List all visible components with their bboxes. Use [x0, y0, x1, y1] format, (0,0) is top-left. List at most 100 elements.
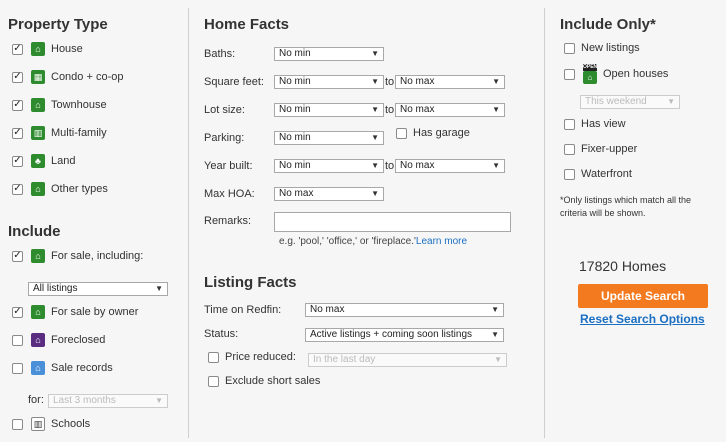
for-sale-checkbox[interactable]: ✓: [12, 250, 23, 262]
fixer-upper-label: Fixer-upper: [581, 143, 638, 155]
schools-checkbox[interactable]: [12, 418, 23, 430]
remarks-input[interactable]: [274, 212, 511, 232]
new-listings-checkbox[interactable]: [564, 42, 575, 54]
ptype-other[interactable]: ✓ ⌂ Other types: [12, 182, 108, 196]
include-heading: Include: [8, 223, 61, 240]
townhouse-label: Townhouse: [51, 99, 107, 111]
sale-records-icon: ⌂: [31, 361, 45, 375]
status-select[interactable]: Active listings + coming soon listings: [305, 328, 504, 342]
square-feet-min-select[interactable]: No min: [274, 75, 384, 89]
learn-more-link[interactable]: Learn more: [416, 236, 467, 247]
exclude-short-sales-row[interactable]: Exclude short sales: [208, 375, 320, 387]
schools-row[interactable]: ▥ Schools: [12, 417, 90, 431]
max-hoa-label: Max HOA:: [204, 188, 255, 200]
baths-label: Baths:: [204, 48, 236, 60]
waterfront-checkbox[interactable]: [564, 168, 575, 180]
land-icon: ♣: [31, 154, 45, 168]
sale-records-period-select[interactable]: Last 3 months: [48, 394, 168, 408]
new-listings-row[interactable]: New listings: [564, 42, 640, 54]
for-sale-by-owner-icon: ⌂: [31, 305, 45, 319]
square-feet-max-select[interactable]: No max: [395, 75, 505, 89]
has-garage-label: Has garage: [413, 127, 470, 139]
ptype-townhouse[interactable]: ✓ ⌂ Townhouse: [12, 98, 107, 112]
multi-family-checkbox[interactable]: ✓: [12, 127, 23, 139]
townhouse-icon: ⌂: [31, 98, 45, 112]
listing-type-select[interactable]: All listings: [28, 282, 168, 296]
new-listings-label: New listings: [581, 42, 640, 54]
status-label: Status:: [204, 328, 239, 340]
remarks-hint: e.g. 'pool,' 'office,' or 'fireplace.'Le…: [279, 236, 467, 247]
land-checkbox[interactable]: ✓: [12, 155, 23, 167]
foreclosed-checkbox[interactable]: [12, 334, 23, 346]
has-garage-row[interactable]: Has garage: [396, 127, 470, 139]
square-feet-to-label: to: [385, 76, 395, 88]
sale-records-checkbox[interactable]: [12, 362, 23, 374]
year-built-label: Year built:: [204, 160, 253, 172]
max-hoa-select[interactable]: No max: [274, 187, 384, 201]
lot-size-max-select[interactable]: No max: [395, 103, 505, 117]
has-view-label: Has view: [581, 118, 626, 130]
time-on-redfin-select[interactable]: No max: [305, 303, 504, 317]
include-only-note: *Only listings which match all the crite…: [560, 195, 692, 218]
other-types-icon: ⌂: [31, 182, 45, 196]
has-view-row[interactable]: Has view: [564, 118, 626, 130]
foreclosed-icon: ⌂: [31, 333, 45, 347]
reset-search-options-link[interactable]: Reset Search Options: [580, 312, 705, 326]
ptype-condo[interactable]: ✓ ▦ Condo + co-op: [12, 70, 123, 84]
townhouse-checkbox[interactable]: ✓: [12, 99, 23, 111]
other-types-label: Other types: [51, 183, 108, 195]
time-on-redfin-label: Time on Redfin:: [204, 304, 282, 316]
open-houses-row[interactable]: OPEN ⌂ Open houses: [564, 64, 668, 84]
exclude-short-sales-label: Exclude short sales: [225, 375, 321, 387]
lot-size-label: Lot size:: [204, 104, 245, 116]
parking-min-select[interactable]: No min: [274, 131, 384, 145]
open-houses-select[interactable]: This weekend: [580, 95, 680, 109]
sale-records-row[interactable]: ⌂ Sale records: [12, 361, 113, 375]
open-houses-checkbox[interactable]: [564, 68, 575, 80]
for-sale-by-owner-checkbox[interactable]: ✓: [12, 306, 23, 318]
update-search-button[interactable]: Update Search: [578, 284, 708, 308]
year-built-max-select[interactable]: No max: [395, 159, 505, 173]
square-feet-label: Square feet:: [204, 76, 264, 88]
listing-facts-heading: Listing Facts: [204, 274, 297, 291]
year-built-min-select[interactable]: No min: [274, 159, 384, 173]
condo-label: Condo + co-op: [51, 71, 124, 83]
waterfront-label: Waterfront: [581, 168, 632, 180]
price-reduced-row[interactable]: Price reduced:: [208, 351, 296, 363]
for-sale-by-owner-label: For sale by owner: [51, 306, 139, 318]
exclude-short-sales-checkbox[interactable]: [208, 375, 219, 387]
ptype-house[interactable]: ✓ ⌂ House: [12, 42, 83, 56]
column-divider-left: [188, 8, 189, 438]
fixer-upper-checkbox[interactable]: [564, 143, 575, 155]
column-divider-right: [544, 8, 545, 438]
home-facts-heading: Home Facts: [204, 16, 290, 33]
condo-checkbox[interactable]: ✓: [12, 71, 23, 83]
has-view-checkbox[interactable]: [564, 118, 575, 130]
for-sale-by-owner-row[interactable]: ✓ ⌂ For sale by owner: [12, 305, 138, 319]
land-label: Land: [51, 155, 76, 167]
ptype-multi-family[interactable]: ✓ ▥ Multi-family: [12, 126, 107, 140]
price-reduced-select[interactable]: In the last day: [308, 353, 507, 367]
foreclosed-row[interactable]: ⌂ Foreclosed: [12, 333, 105, 347]
ptype-land[interactable]: ✓ ♣ Land: [12, 154, 75, 168]
open-houses-label: Open houses: [603, 68, 669, 80]
house-checkbox[interactable]: ✓: [12, 43, 23, 55]
open-house-icon: OPEN ⌂: [583, 64, 597, 84]
for-sale-icon: ⌂: [31, 249, 45, 263]
other-types-checkbox[interactable]: ✓: [12, 183, 23, 195]
year-built-to-label: to: [385, 160, 395, 172]
open-tag: OPEN: [583, 64, 598, 71]
open-house-house-icon: ⌂: [583, 71, 597, 84]
fixer-upper-row[interactable]: Fixer-upper: [564, 143, 637, 155]
for-sale-row[interactable]: ✓ ⌂ For sale, including:: [12, 249, 143, 263]
waterfront-row[interactable]: Waterfront: [564, 168, 632, 180]
sale-records-label: Sale records: [51, 362, 113, 374]
baths-min-select[interactable]: No min: [274, 47, 384, 61]
has-garage-checkbox[interactable]: [396, 127, 407, 139]
lot-size-to-label: to: [385, 104, 395, 116]
price-reduced-checkbox[interactable]: [208, 351, 219, 363]
lot-size-min-select[interactable]: No min: [274, 103, 384, 117]
for-sale-label: For sale, including:: [51, 250, 144, 262]
school-icon: ▥: [31, 417, 45, 431]
condo-icon: ▦: [31, 70, 45, 84]
